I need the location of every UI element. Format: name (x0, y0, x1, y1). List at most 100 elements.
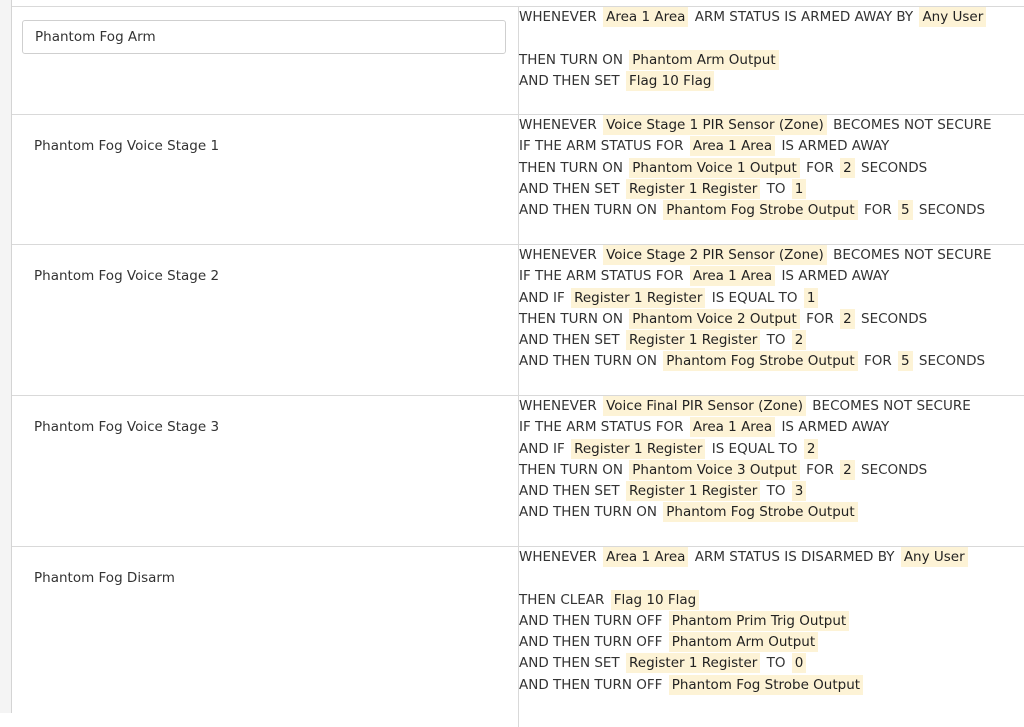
rule-name-cell: Phantom Fog Voice Stage 2 (12, 245, 519, 396)
rule-token[interactable]: Phantom Fog Strobe Output (663, 200, 857, 220)
rule-token[interactable]: Register 1 Register (571, 439, 705, 459)
rule-line: WHENEVER Voice Stage 1 PIR Sensor (Zone)… (519, 115, 1024, 136)
rule-token[interactable]: Flag 10 Flag (626, 71, 714, 91)
rule-token[interactable]: Register 1 Register (626, 330, 760, 350)
rule-token[interactable]: 3 (792, 481, 807, 501)
rule-keyword: THEN TURN ON (519, 52, 623, 68)
rule-token[interactable]: Phantom Voice 2 Output (629, 309, 800, 329)
rule-keyword: FOR (864, 353, 892, 369)
rule-keyword: AND IF (519, 441, 565, 457)
rule-keyword: WHENEVER (519, 398, 597, 414)
rule-keyword: IF THE ARM STATUS FOR (519, 419, 684, 435)
rule-keyword: IS EQUAL TO (712, 441, 798, 457)
rule-token[interactable]: Area 1 Area (603, 7, 688, 27)
rule-keyword: BECOMES NOT SECURE (812, 398, 970, 414)
rule-keyword: WHENEVER (519, 117, 597, 133)
rule-line: AND THEN TURN OFF Phantom Prim Trig Outp… (519, 611, 1024, 632)
rule-token[interactable]: Voice Stage 2 PIR Sensor (Zone) (603, 245, 827, 265)
rule-line: IF THE ARM STATUS FOR Area 1 Area IS ARM… (519, 136, 1024, 157)
rule-token[interactable]: 1 (804, 288, 819, 308)
rule-line: AND THEN TURN OFF Phantom Arm Output (519, 632, 1024, 653)
rule-keyword: WHENEVER (519, 247, 597, 263)
rule-token[interactable]: 2 (840, 460, 855, 480)
rule-keyword: AND THEN TURN ON (519, 353, 657, 369)
rule-token[interactable]: Phantom Fog Strobe Output (663, 502, 857, 522)
rule-keyword: IF THE ARM STATUS FOR (519, 268, 684, 284)
rule-keyword: ARM STATUS IS DISARMED BY (695, 549, 895, 565)
rule-keyword: AND THEN TURN ON (519, 202, 657, 218)
left-gutter (0, 0, 12, 713)
rule-line: THEN TURN ON Phantom Voice 3 Output FOR … (519, 460, 1024, 481)
rule-line: AND THEN SET Register 1 Register TO 3 (519, 481, 1024, 502)
rule-token[interactable]: Phantom Arm Output (669, 632, 818, 652)
rule-token[interactable]: Any User (919, 7, 986, 27)
rule-token[interactable]: Voice Final PIR Sensor (Zone) (603, 396, 806, 416)
rule-logic-cell: WHENEVER Voice Stage 1 PIR Sensor (Zone)… (519, 115, 1024, 245)
rule-name-cell: Phantom Fog Disarm (12, 547, 519, 727)
rule-line: THEN TURN ON Phantom Voice 2 Output FOR … (519, 309, 1024, 330)
rule-token[interactable]: Register 1 Register (626, 481, 760, 501)
rule-name-cell: Phantom Fog Voice Stage 1 (12, 115, 519, 245)
rule-name[interactable]: Phantom Fog Voice Stage 1 (12, 115, 518, 154)
rule-row: Phantom Fog Voice Stage 1WHENEVER Voice … (12, 115, 1024, 245)
rule-line: WHENEVER Voice Stage 2 PIR Sensor (Zone)… (519, 245, 1024, 266)
rule-keyword: AND THEN SET (519, 181, 620, 197)
rule-keyword: SECONDS (861, 160, 927, 176)
rule-keyword: BECOMES NOT SECURE (833, 247, 991, 263)
rule-token[interactable]: 5 (898, 351, 913, 371)
rule-keyword: TO (767, 483, 786, 499)
rule-row: WHENEVER Area 1 Area ARM STATUS IS ARMED… (12, 7, 1024, 115)
rule-keyword: IS EQUAL TO (712, 290, 798, 306)
rule-token[interactable]: Register 1 Register (626, 179, 760, 199)
rule-token[interactable]: Voice Stage 1 PIR Sensor (Zone) (603, 115, 827, 135)
rule-name-input[interactable] (22, 20, 506, 54)
rule-name[interactable]: Phantom Fog Voice Stage 3 (12, 396, 518, 435)
rule-line-spacer (519, 28, 1024, 49)
rules-table-body: WHENEVER Area 1 Area ARM STATUS IS ARMED… (12, 7, 1024, 727)
rule-token[interactable]: 2 (792, 330, 807, 350)
rule-row: Phantom Fog DisarmWHENEVER Area 1 Area A… (12, 547, 1024, 727)
rule-token[interactable]: Area 1 Area (690, 417, 775, 437)
rule-keyword: THEN CLEAR (519, 592, 604, 608)
rule-keyword: AND THEN SET (519, 73, 620, 89)
rule-line: AND THEN SET Register 1 Register TO 1 (519, 179, 1024, 200)
rule-keyword: SECONDS (861, 462, 927, 478)
rule-token[interactable]: 2 (840, 309, 855, 329)
rule-token[interactable]: Phantom Voice 3 Output (629, 460, 800, 480)
rule-token[interactable]: 5 (898, 200, 913, 220)
rule-line: THEN CLEAR Flag 10 Flag (519, 590, 1024, 611)
rule-keyword: AND THEN SET (519, 483, 620, 499)
rule-token[interactable]: 0 (792, 653, 807, 673)
rule-keyword: WHENEVER (519, 9, 597, 25)
rule-token[interactable]: Phantom Fog Strobe Output (669, 675, 863, 695)
rule-keyword: WHENEVER (519, 549, 597, 565)
rule-keyword: AND THEN TURN OFF (519, 613, 662, 629)
rule-token[interactable]: 2 (840, 158, 855, 178)
rule-keyword: TO (767, 655, 786, 671)
rule-token[interactable]: 2 (804, 439, 819, 459)
rule-name[interactable]: Phantom Fog Disarm (12, 547, 518, 586)
rule-token[interactable]: Area 1 Area (690, 136, 775, 156)
rule-token[interactable]: Phantom Arm Output (629, 50, 778, 70)
rule-line: AND THEN TURN OFF Phantom Fog Strobe Out… (519, 675, 1024, 696)
rule-token[interactable]: Any User (901, 547, 968, 567)
rule-token[interactable]: Flag 10 Flag (611, 590, 699, 610)
rule-line: AND IF Register 1 Register IS EQUAL TO 2 (519, 439, 1024, 460)
rule-name[interactable]: Phantom Fog Voice Stage 2 (12, 245, 518, 284)
rule-token[interactable]: Register 1 Register (571, 288, 705, 308)
rule-line: WHENEVER Voice Final PIR Sensor (Zone) B… (519, 396, 1024, 417)
rule-logic-cell: WHENEVER Voice Final PIR Sensor (Zone) B… (519, 396, 1024, 547)
rule-token[interactable]: Phantom Fog Strobe Output (663, 351, 857, 371)
rule-token[interactable]: Phantom Voice 1 Output (629, 158, 800, 178)
rule-keyword: BECOMES NOT SECURE (833, 117, 991, 133)
rule-line: AND THEN TURN ON Phantom Fog Strobe Outp… (519, 200, 1024, 221)
rule-line: IF THE ARM STATUS FOR Area 1 Area IS ARM… (519, 417, 1024, 438)
rule-line: AND THEN SET Flag 10 Flag (519, 71, 1024, 92)
rule-token[interactable]: Area 1 Area (690, 266, 775, 286)
rule-token[interactable]: Area 1 Area (603, 547, 688, 567)
rule-token[interactable]: Register 1 Register (626, 653, 760, 673)
rule-token[interactable]: Phantom Prim Trig Output (669, 611, 850, 631)
rule-keyword: FOR (806, 160, 834, 176)
rule-token[interactable]: 1 (792, 179, 807, 199)
rule-keyword: IS ARMED AWAY (781, 419, 889, 435)
